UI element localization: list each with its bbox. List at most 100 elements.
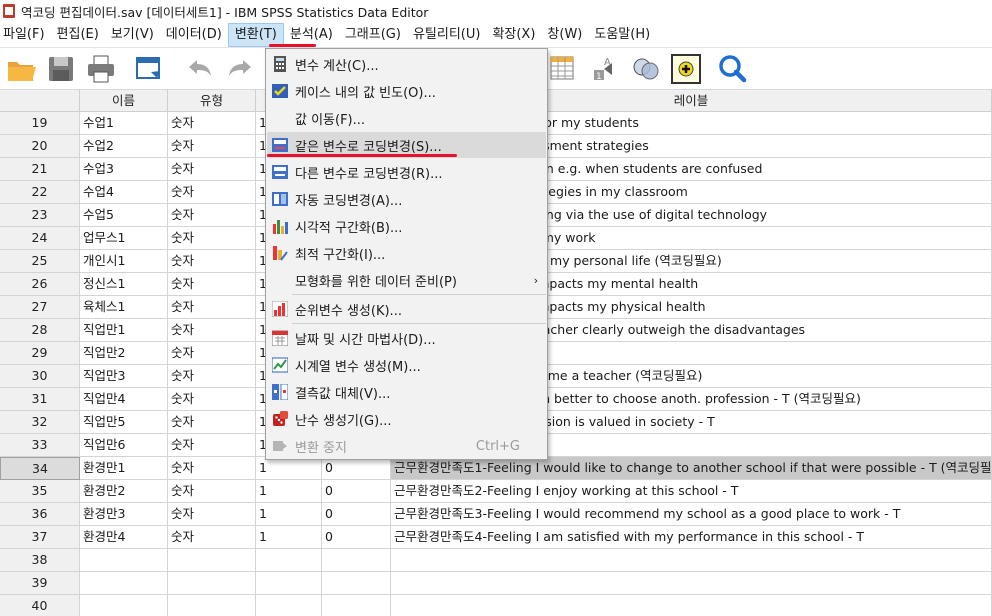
table-row[interactable]: 39 [0, 572, 992, 595]
cell-label[interactable] [391, 549, 992, 572]
cell-type[interactable]: 숫자 [168, 135, 256, 158]
cell-name[interactable]: 수업2 [80, 135, 168, 158]
cell-type[interactable]: 숫자 [168, 296, 256, 319]
row-number[interactable]: 39 [0, 572, 80, 595]
show-all-variables-icon[interactable] [670, 53, 702, 85]
table-row[interactable]: 36 환경만3 숫자 1 0 근무환경만족도3-Feeling I would recom… [0, 503, 992, 526]
row-number[interactable]: 19 [0, 112, 80, 135]
row-number[interactable]: 35 [0, 480, 80, 503]
cell-type[interactable]: 숫자 [168, 411, 256, 434]
cell-width[interactable] [256, 572, 322, 595]
table-row[interactable]: 35 환경만2 숫자 1 0 근무환경만족도2-Feeling I enjoy worki… [0, 480, 992, 503]
cell-name[interactable]: 수업4 [80, 181, 168, 204]
cell-decimals[interactable] [322, 572, 391, 595]
menu-graphs[interactable]: 그래프(G) [339, 23, 407, 47]
cell-decimals[interactable] [322, 595, 391, 616]
cell-type[interactable] [168, 549, 256, 572]
row-number[interactable]: 31 [0, 388, 80, 411]
row-number[interactable]: 24 [0, 227, 80, 250]
open-folder-icon[interactable] [5, 53, 37, 85]
cell-name[interactable]: 육체스1 [80, 296, 168, 319]
row-number[interactable]: 23 [0, 204, 80, 227]
row-number[interactable]: 34 [0, 457, 80, 480]
cell-label[interactable] [391, 595, 992, 616]
row-number[interactable]: 40 [0, 595, 80, 616]
cell-type[interactable]: 숫자 [168, 365, 256, 388]
cell-type[interactable] [168, 572, 256, 595]
cell-type[interactable]: 숫자 [168, 503, 256, 526]
menu-help[interactable]: 도움말(H) [588, 23, 656, 47]
save-icon[interactable] [45, 53, 77, 85]
menu-item-automatic-recode[interactable]: 자동 코딩변경(A)... [267, 186, 546, 212]
cell-name[interactable]: 환경만3 [80, 503, 168, 526]
cell-name[interactable] [80, 572, 168, 595]
cell-type[interactable]: 숫자 [168, 480, 256, 503]
cell-decimals[interactable]: 0 [322, 526, 391, 549]
cell-name[interactable]: 정신스1 [80, 273, 168, 296]
value-labels-grid-icon[interactable] [547, 53, 579, 85]
cell-decimals[interactable]: 0 [322, 480, 391, 503]
row-number[interactable]: 25 [0, 250, 80, 273]
cell-name[interactable]: 개인시1 [80, 250, 168, 273]
row-number[interactable]: 28 [0, 319, 80, 342]
cell-name[interactable] [80, 595, 168, 616]
print-icon[interactable] [85, 53, 117, 85]
cell-label[interactable] [391, 572, 992, 595]
cell-type[interactable]: 숫자 [168, 158, 256, 181]
cell-decimals[interactable]: 0 [322, 503, 391, 526]
menu-item-count-values[interactable]: 케이스 내의 값 빈도(O)... [267, 78, 546, 104]
cell-name[interactable]: 수업5 [80, 204, 168, 227]
table-row[interactable]: 37 환경만4 숫자 1 0 근무환경만족도4-Feeling I am satisfie… [0, 526, 992, 549]
menu-analyze[interactable]: 분석(A) [284, 23, 339, 47]
menu-view[interactable]: 보기(V) [105, 23, 160, 47]
cell-width[interactable]: 1 [256, 457, 322, 480]
row-number[interactable]: 21 [0, 158, 80, 181]
cell-type[interactable]: 숫자 [168, 319, 256, 342]
cell-width[interactable]: 1 [256, 503, 322, 526]
cell-width[interactable] [256, 549, 322, 572]
menu-file[interactable]: 파일(F) [0, 23, 51, 47]
cell-name[interactable]: 직업만5 [80, 411, 168, 434]
table-row[interactable]: 40 [0, 595, 992, 616]
menu-utilities[interactable]: 유틸리티(U) [407, 23, 487, 47]
cell-label[interactable]: 근무환경만족도3-Feeling I would recommend my sc… [391, 503, 992, 526]
cell-type[interactable]: 숫자 [168, 434, 256, 457]
cell-name[interactable]: 수업3 [80, 158, 168, 181]
menu-item-recode-different-variables[interactable]: 다른 변수로 코딩변경(R)... [267, 159, 546, 185]
menu-item-create-time-series[interactable]: 시계열 변수 생성(M)... [267, 352, 546, 378]
row-number[interactable]: 27 [0, 296, 80, 319]
menu-item-date-time-wizard[interactable]: 날짜 및 시간 마법사(D)... [267, 325, 546, 351]
cell-type[interactable] [168, 595, 256, 616]
menu-window[interactable]: 창(W) [541, 23, 588, 47]
table-row[interactable]: 34 환경만1 숫자 1 0 근무환경만족도1-Feeling I would like … [0, 457, 992, 480]
cell-type[interactable]: 숫자 [168, 273, 256, 296]
row-number[interactable]: 26 [0, 273, 80, 296]
cell-width[interactable] [256, 595, 322, 616]
use-sets-icon[interactable] [630, 53, 662, 85]
menu-edit[interactable]: 편집(E) [51, 23, 105, 47]
cell-type[interactable]: 숫자 [168, 204, 256, 227]
cell-name[interactable]: 업무스1 [80, 227, 168, 250]
cell-label[interactable]: 근무환경만족도4-Feeling I am satisfied with my … [391, 526, 992, 549]
cell-name[interactable]: 직업만1 [80, 319, 168, 342]
cell-name[interactable] [80, 549, 168, 572]
table-row[interactable]: 38 [0, 549, 992, 572]
row-number[interactable]: 37 [0, 526, 80, 549]
row-number[interactable]: 20 [0, 135, 80, 158]
cell-decimals[interactable]: 0 [322, 457, 391, 480]
cell-decimals[interactable] [322, 549, 391, 572]
cell-width[interactable]: 1 [256, 526, 322, 549]
cell-name[interactable]: 환경만2 [80, 480, 168, 503]
column-header-type[interactable]: 유형 [168, 90, 256, 112]
row-number[interactable]: 32 [0, 411, 80, 434]
cell-width[interactable]: 1 [256, 480, 322, 503]
menu-item-optimal-binning[interactable]: 최적 구간화(I)... [267, 240, 546, 266]
menu-extensions[interactable]: 확장(X) [486, 23, 541, 47]
menu-item-rank-cases[interactable]: 순위변수 생성(K)... [267, 296, 546, 322]
cell-type[interactable]: 숫자 [168, 457, 256, 480]
menu-item-visual-binning[interactable]: 시각적 구간화(B)... [267, 213, 546, 239]
menu-item-random-number-generators[interactable]: 난수 생성기(G)... [267, 406, 546, 432]
redo-icon[interactable] [225, 53, 257, 85]
cell-label[interactable]: 근무환경만족도2-Feeling I enjoy working at this… [391, 480, 992, 503]
cell-name[interactable]: 직업만6 [80, 434, 168, 457]
